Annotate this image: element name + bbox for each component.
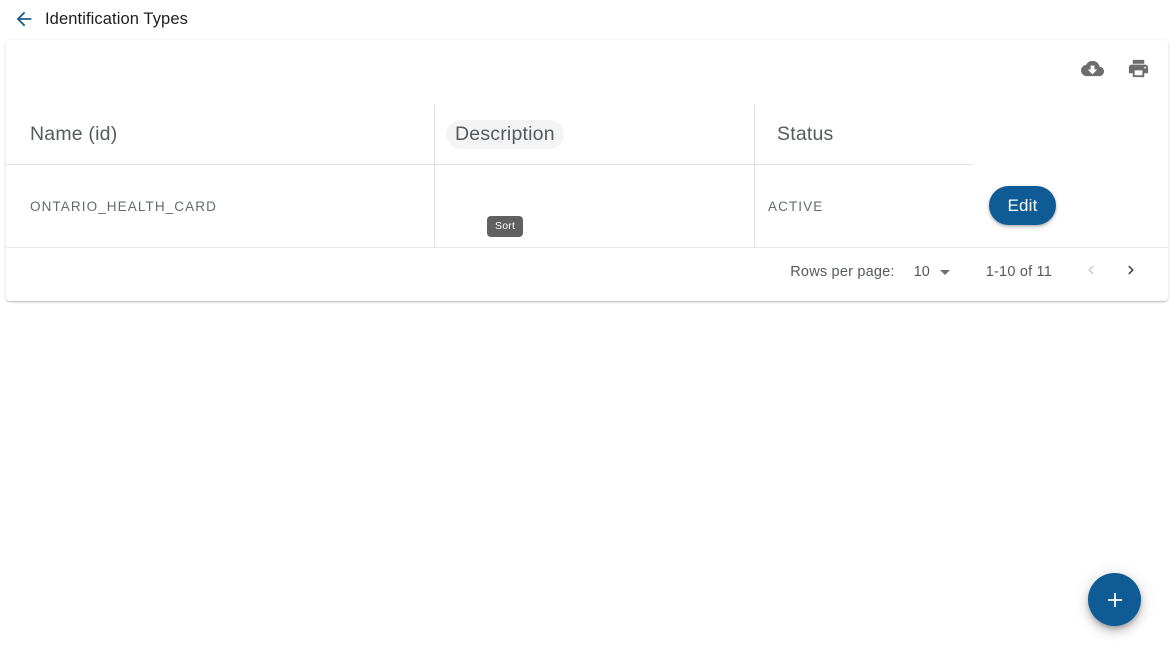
edit-button[interactable]: Edit	[989, 186, 1056, 225]
pagination-range-label: 1-10 of 11	[985, 264, 1052, 280]
chevron-left-icon	[1084, 263, 1098, 282]
previous-page-button[interactable]	[1072, 253, 1110, 291]
add-button[interactable]	[1088, 573, 1141, 626]
paginator: Rows per page: 10 1-10 of 11	[6, 243, 1168, 301]
table-row[interactable]: ONTARIO_HEALTH_CARD ACTIVE Edit	[6, 165, 1168, 248]
next-page-button[interactable]	[1112, 253, 1150, 291]
print-button[interactable]	[1120, 50, 1156, 86]
rows-per-page-value: 10	[913, 264, 930, 280]
cell-name-text: ONTARIO_HEALTH_CARD	[30, 198, 217, 214]
chevron-right-icon	[1124, 263, 1138, 282]
sort-tooltip: Sort	[487, 216, 524, 237]
column-header-name-label[interactable]: Name (id)	[21, 120, 126, 149]
download-button[interactable]	[1074, 50, 1110, 86]
table-card: Name (id) Description Status ONTARIO_HEA…	[6, 40, 1168, 301]
cell-status-text: ACTIVE	[768, 198, 824, 214]
plus-icon	[1104, 589, 1126, 611]
card-toolbar	[1074, 50, 1156, 86]
column-header-status[interactable]: Status	[754, 105, 1168, 164]
table-header-row: Name (id) Description Status	[6, 105, 1168, 165]
rows-per-page-label: Rows per page:	[790, 264, 895, 280]
column-header-name[interactable]: Name (id)	[6, 105, 434, 164]
back-button[interactable]	[11, 6, 37, 32]
arrow-left-icon	[13, 8, 35, 30]
column-header-description-label[interactable]: Description	[446, 120, 564, 149]
column-header-description[interactable]: Description	[434, 105, 754, 164]
column-header-status-label[interactable]: Status	[768, 120, 842, 149]
rows-per-page-select[interactable]: 10	[914, 264, 950, 280]
page-header: Identification Types	[0, 0, 1174, 38]
chevron-down-icon	[939, 269, 950, 275]
cell-description	[434, 165, 754, 247]
print-icon	[1127, 57, 1150, 80]
cell-status: ACTIVE Edit	[754, 165, 1168, 247]
page-title: Identification Types	[45, 9, 188, 28]
data-table: Name (id) Description Status ONTARIO_HEA…	[6, 105, 1168, 248]
cell-name: ONTARIO_HEALTH_CARD	[6, 165, 434, 247]
cloud-download-icon	[1080, 57, 1104, 80]
